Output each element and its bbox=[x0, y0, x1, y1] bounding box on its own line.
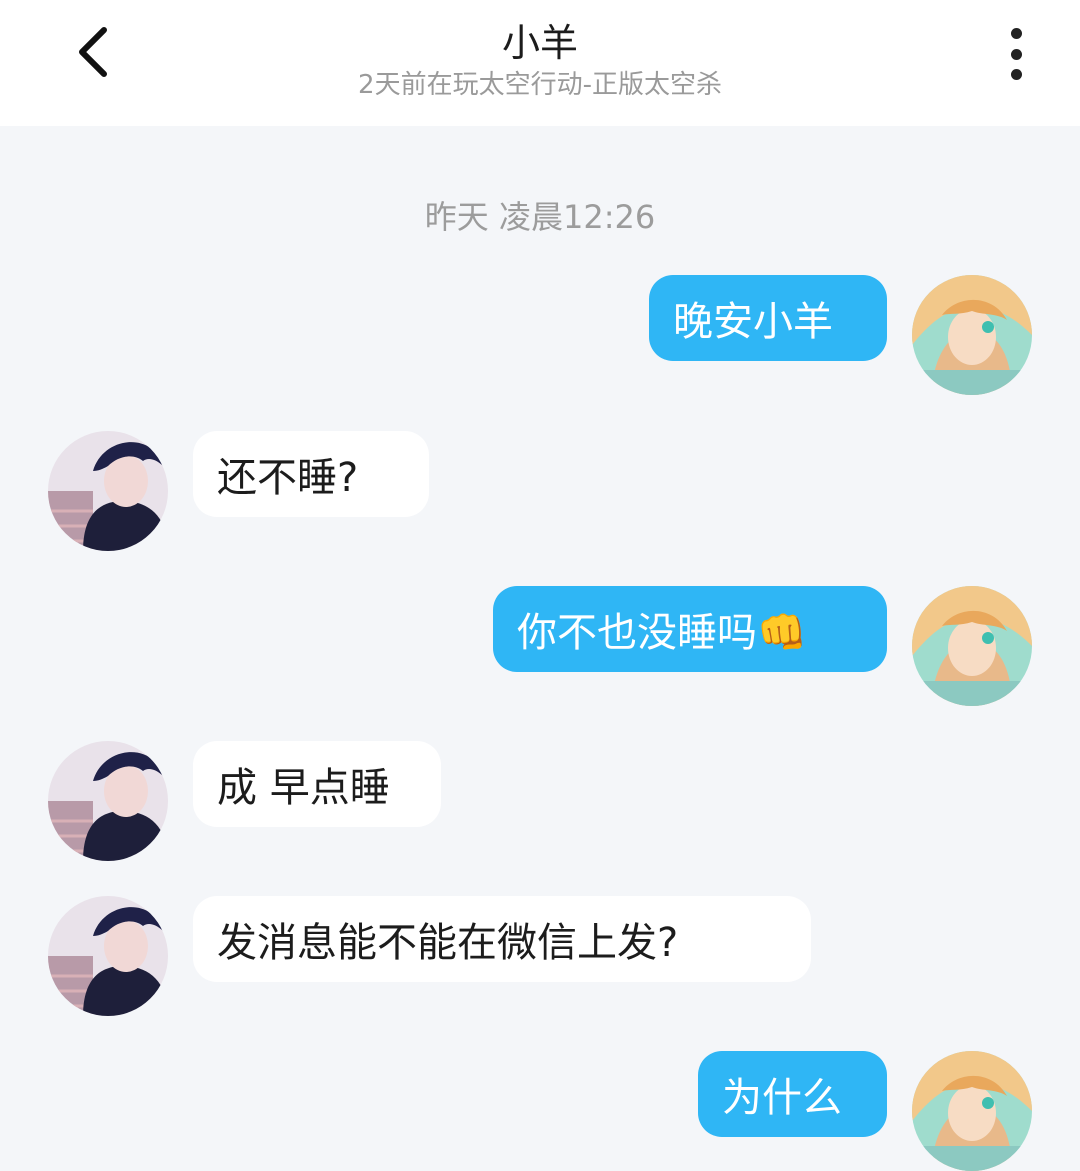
more-dot bbox=[1010, 69, 1022, 80]
more-dot bbox=[1010, 48, 1022, 60]
outgoing-message-bubble[interactable]: 晚安小羊 bbox=[649, 275, 887, 361]
my-avatar[interactable] bbox=[912, 275, 1032, 395]
contact-avatar[interactable] bbox=[48, 431, 168, 551]
outgoing-message-bubble[interactable]: 为什么 bbox=[698, 1051, 887, 1137]
my-avatar[interactable] bbox=[912, 586, 1032, 706]
avatar-image bbox=[48, 896, 168, 1016]
more-options-button[interactable] bbox=[996, 24, 1036, 84]
avatar-image bbox=[48, 431, 168, 551]
more-vertical-icon bbox=[1010, 28, 1022, 39]
contact-avatar[interactable] bbox=[48, 741, 168, 861]
message-timestamp: 昨天 凌晨12:26 bbox=[424, 198, 656, 236]
avatar-image bbox=[912, 1051, 1032, 1171]
contact-name: 小羊 bbox=[501, 21, 578, 65]
incoming-message-bubble[interactable]: 成 早点睡 bbox=[193, 741, 441, 827]
chat-header: 小羊 2天前在玩太空行动-正版太空杀 bbox=[0, 0, 1080, 126]
incoming-message-bubble[interactable]: 发消息能不能在微信上发? bbox=[193, 896, 811, 982]
outgoing-message-bubble[interactable]: 你不也没睡吗👊 bbox=[493, 586, 887, 672]
avatar-image bbox=[912, 586, 1032, 706]
avatar-image bbox=[48, 741, 168, 861]
my-avatar[interactable] bbox=[912, 1051, 1032, 1171]
incoming-message-bubble[interactable]: 还不睡? bbox=[193, 431, 429, 517]
contact-avatar[interactable] bbox=[48, 896, 168, 1016]
contact-status: 2天前在玩太空行动-正版太空杀 bbox=[358, 70, 722, 100]
avatar-image bbox=[912, 275, 1032, 395]
